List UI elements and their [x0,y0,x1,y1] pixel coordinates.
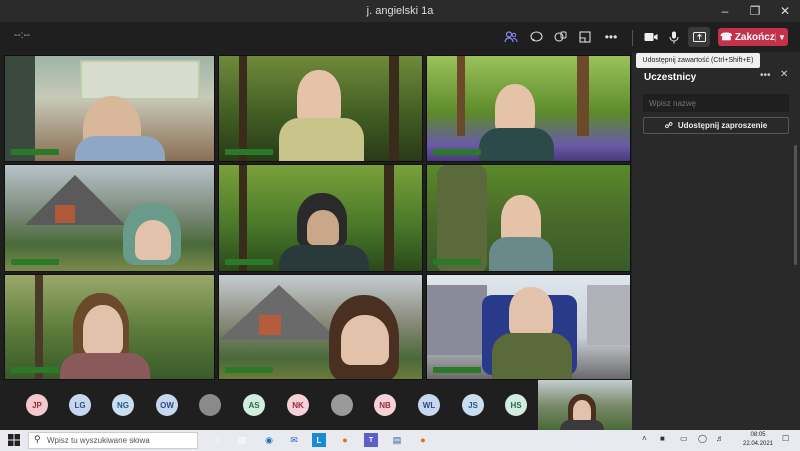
close-icon[interactable]: ✕ [780,69,788,80]
participant-name-tag [11,259,59,265]
word-icon[interactable]: ▤ [390,433,404,447]
restore-icon[interactable]: ❐ [740,0,770,22]
l-app-icon[interactable]: L [312,433,326,447]
participant-avatar[interactable] [331,394,353,416]
participant-avatar[interactable] [199,394,221,416]
video-tile[interactable] [218,274,423,380]
participant-name-tag [225,149,273,155]
taskbar-search-placeholder: Wpisz tu wyszukiwane słowa [47,436,150,445]
taskbar-search-box[interactable]: ⚲ Wpisz tu wyszukiwane słowa [28,432,198,449]
clock-date: 22.04.2021 [742,441,774,447]
participant-search-input[interactable] [643,94,789,112]
self-video-preview[interactable] [538,380,632,430]
volume-icon[interactable]: ♬ [716,434,724,443]
panel-scrollbar[interactable] [794,145,797,265]
edge-icon[interactable]: ◉ [262,433,276,447]
participant-name-tag [11,367,59,373]
end-call-label: Zakończ [734,31,775,43]
battery-icon[interactable]: ▭ [680,434,688,443]
teams-icon[interactable]: T [364,433,378,447]
meeting-toolbar: --:-- ••• ☎ Zakończ ▼ [0,22,800,52]
close-icon[interactable]: ✕ [770,0,800,22]
participant-name-tag [225,259,273,265]
participant-avatar[interactable]: AS [243,394,265,416]
phone-icon: ☎ [720,31,733,43]
share-icon: ☍ [664,121,673,130]
mail-icon[interactable]: ✉ [287,433,301,447]
firefox-icon[interactable]: ● [338,433,352,447]
participant-avatar[interactable]: NB [374,394,396,416]
video-tile[interactable] [218,164,423,272]
toolbar-divider [632,30,633,46]
window-controls: – ❐ ✕ [710,0,800,22]
participant-name-tag [11,149,59,155]
notifications-icon[interactable]: ☐ [782,434,789,443]
video-tile[interactable] [218,55,423,162]
participant-avatar[interactable]: WL [418,394,440,416]
end-call-button[interactable]: ☎ Zakończ ▼ [718,28,788,46]
video-tile[interactable] [4,274,215,380]
share-invite-label: Udostępnij zaproszenie [677,121,768,130]
panel-title: Uczestnicy [644,72,697,83]
video-tile[interactable] [426,55,631,162]
participant-name-tag [225,367,273,373]
task-view-icon[interactable]: ○ [210,433,224,447]
tray-app-icon[interactable]: ■ [660,434,665,443]
video-tile[interactable] [4,55,215,162]
participant-avatar[interactable]: JS [462,394,484,416]
participants-icon[interactable] [500,27,522,47]
rooms-icon[interactable] [574,27,596,47]
reactions-icon[interactable] [549,27,571,47]
share-tooltip: Udostępnij zawartość (Ctrl+Shift+E) [636,53,760,68]
video-tile[interactable] [426,164,631,272]
participant-avatar[interactable]: LG [69,394,91,416]
more-actions-icon[interactable]: ••• [600,27,622,47]
window-titlebar: j. angielski 1a – ❐ ✕ [0,0,800,22]
window-title: j. angielski 1a [366,5,434,17]
widgets-icon[interactable]: ▤ [235,433,249,447]
camera-icon[interactable] [640,27,662,47]
clock-time: 08:05 [750,432,766,438]
tray-expand-icon[interactable]: ˄ [642,434,647,443]
windows-start-icon[interactable] [8,434,20,446]
minimize-icon[interactable]: – [710,0,740,22]
microphone-icon[interactable] [663,27,685,47]
participant-avatar[interactable]: OW [156,394,178,416]
participant-avatar[interactable]: JP [26,394,48,416]
network-icon[interactable]: ◯ [698,434,707,443]
meeting-timer: --:-- [14,30,31,41]
chat-icon[interactable] [525,27,547,47]
share-content-icon[interactable] [688,27,710,47]
video-tile[interactable] [4,164,215,272]
share-invite-button[interactable]: ☍ Udostępnij zaproszenie [643,117,789,134]
firefox-window-icon[interactable]: ● [416,433,430,447]
panel-more-icon[interactable]: ••• [760,70,771,81]
video-tile[interactable] [426,274,631,380]
participant-avatar[interactable]: HS [505,394,527,416]
participant-name-tag [433,259,481,265]
participant-avatar[interactable]: NK [287,394,309,416]
taskbar-clock[interactable]: 08:05 22.04.2021 [740,431,776,449]
participant-name-tag [433,149,481,155]
search-icon: ⚲ [34,434,41,444]
chevron-down-icon[interactable]: ▼ [774,32,788,42]
video-grid [0,52,632,432]
participant-name-tag [433,367,481,373]
participant-avatar[interactable]: NG [112,394,134,416]
